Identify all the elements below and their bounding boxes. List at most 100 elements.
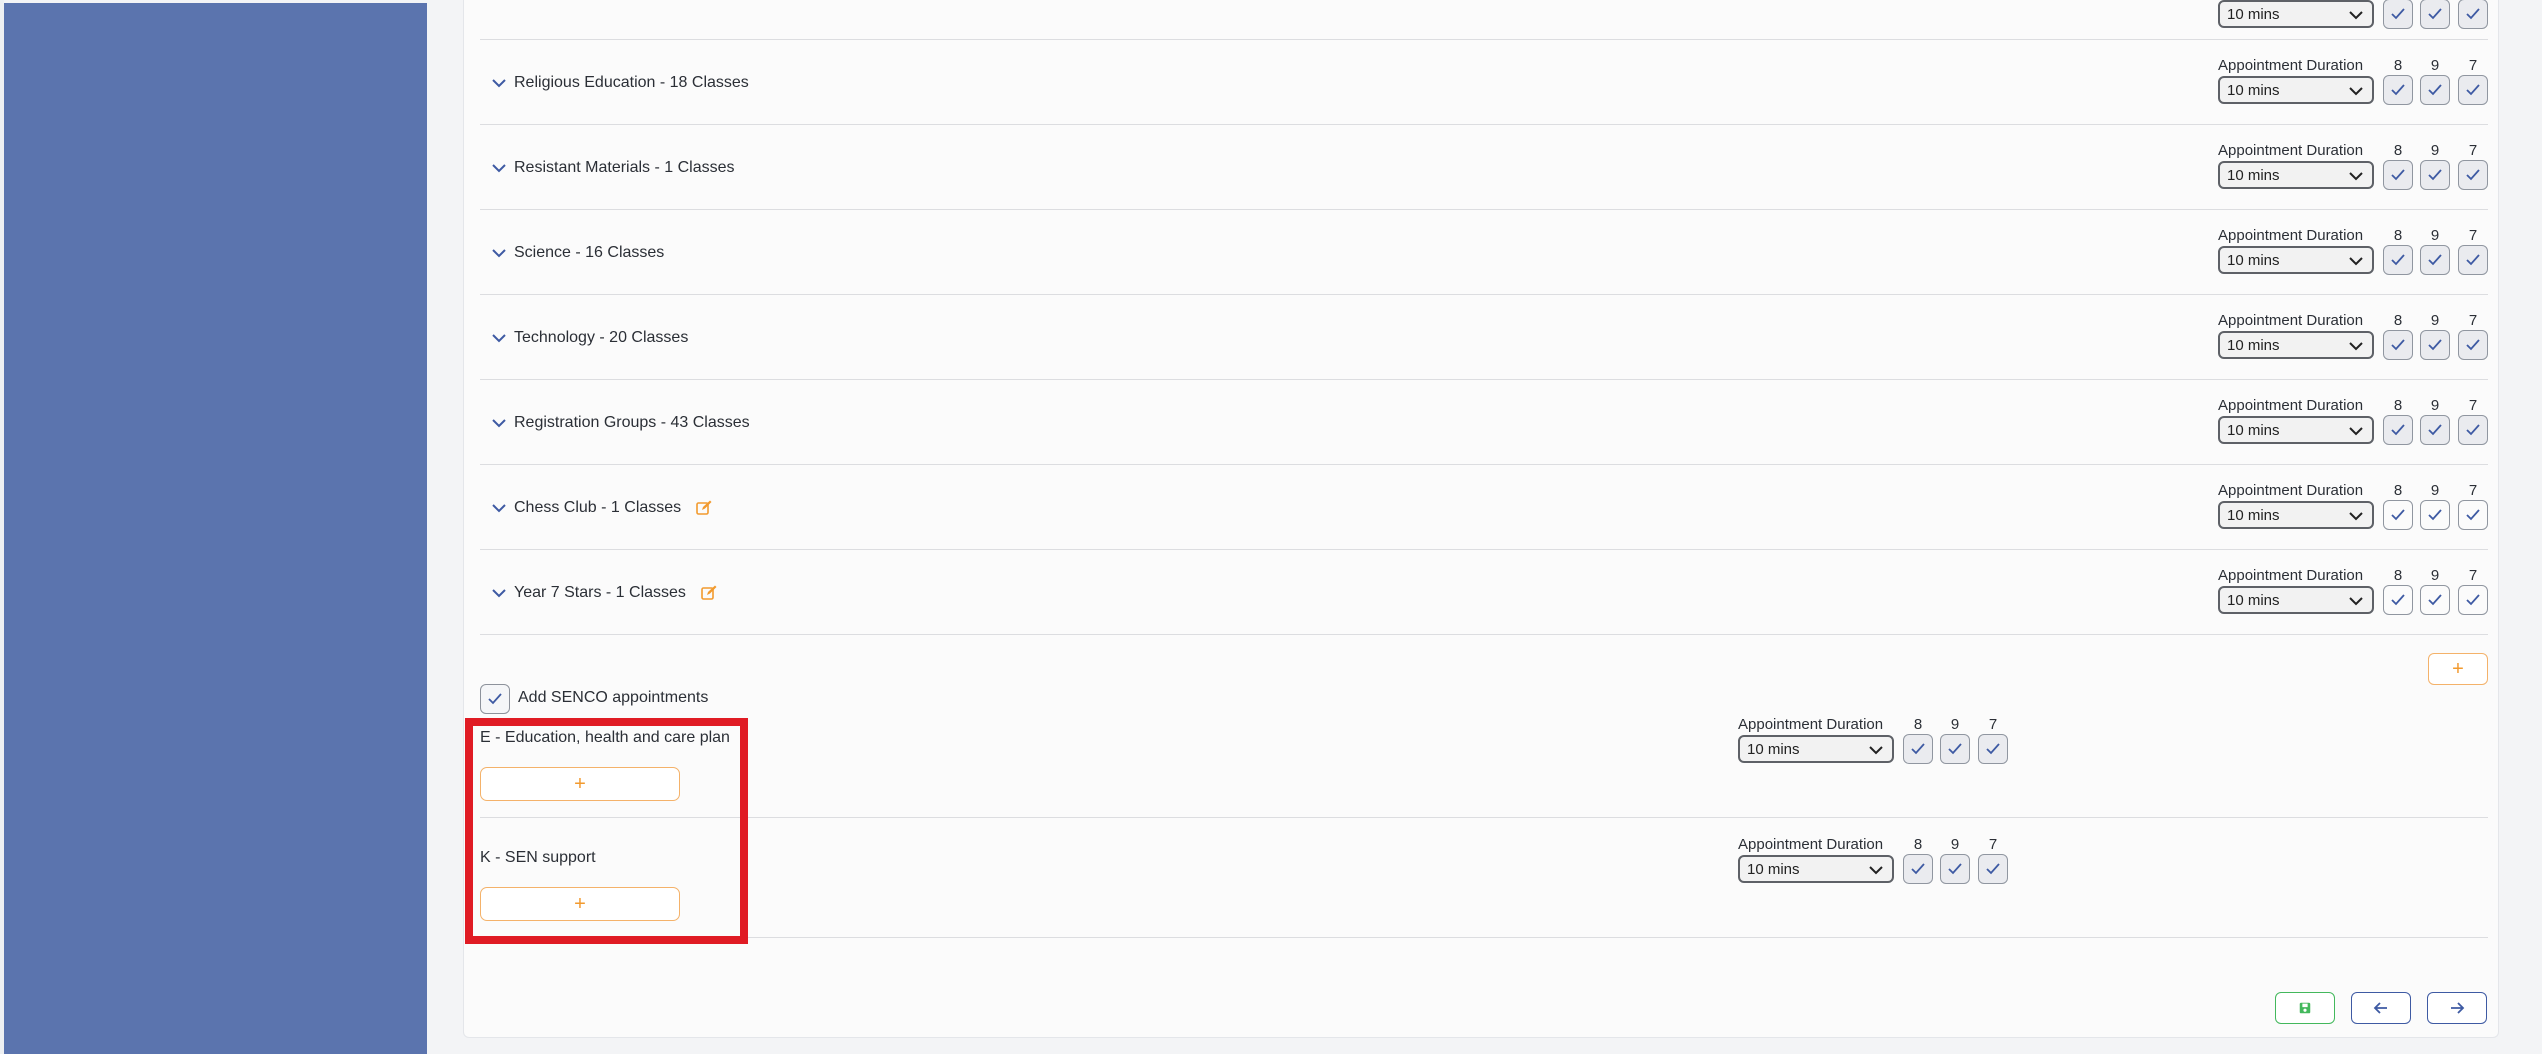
year-9-checkbox[interactable] (2420, 585, 2450, 615)
edit-icon[interactable] (700, 584, 718, 602)
year-group-label: 7 (2468, 482, 2478, 499)
year-group-label: 7 (2468, 312, 2478, 329)
subject-label: Resistant Materials - 1 Classes (514, 159, 735, 176)
year-9-checkbox[interactable] (1940, 854, 1970, 884)
arrow-right-icon (2451, 1002, 2465, 1014)
check-icon (2391, 339, 2405, 351)
year-7-checkbox[interactable] (1978, 734, 2008, 764)
duration-label: Appointment Duration (2218, 142, 2364, 159)
year-9-checkbox[interactable] (2420, 415, 2450, 445)
year-8-checkbox[interactable] (2383, 160, 2413, 190)
duration-select[interactable]: 10 mins (2218, 246, 2374, 274)
duration-select[interactable]: 10 mins (2218, 331, 2374, 359)
subject-title[interactable]: Year 7 Stars - 1 Classes (514, 582, 718, 604)
year-7-checkbox[interactable] (2458, 415, 2488, 445)
expand-toggle[interactable] (488, 412, 510, 434)
year-8-checkbox[interactable] (2383, 0, 2413, 29)
add-group-button[interactable]: + (2428, 653, 2488, 685)
senco-checkbox[interactable] (480, 684, 510, 714)
expand-toggle[interactable] (488, 157, 510, 179)
year-group-label: 9 (2430, 397, 2440, 414)
check-icon (2428, 254, 2442, 266)
plus-icon: + (574, 772, 586, 795)
year-7-checkbox[interactable] (2458, 585, 2488, 615)
year-7-checkbox[interactable] (2458, 330, 2488, 360)
chevron-down-icon (492, 419, 506, 428)
check-icon (1948, 743, 1962, 755)
senco-controls: Appointment Duration 8 9 7 10 mins (1738, 716, 2008, 776)
year-group-label: 7 (1988, 836, 1998, 853)
duration-label: Appointment Duration (2218, 482, 2364, 499)
duration-value: 10 mins (2227, 336, 2280, 354)
expand-toggle[interactable] (488, 72, 510, 94)
expand-toggle[interactable] (488, 242, 510, 264)
year-9-checkbox[interactable] (2420, 0, 2450, 29)
senco-add-button[interactable]: + (480, 767, 680, 801)
year-7-checkbox[interactable] (2458, 75, 2488, 105)
year-8-checkbox[interactable] (2383, 500, 2413, 530)
year-9-checkbox[interactable] (2420, 245, 2450, 275)
year-8-checkbox[interactable] (2383, 330, 2413, 360)
expand-toggle[interactable] (488, 582, 510, 604)
plus-icon: + (2452, 657, 2464, 680)
row-controls: 10 mins (2218, 0, 2488, 41)
back-button[interactable] (2351, 992, 2411, 1024)
year-7-checkbox[interactable] (2458, 500, 2488, 530)
subject-title[interactable]: Religious Education - 18 Classes (514, 72, 749, 94)
subject-title[interactable]: Science - 16 Classes (514, 242, 664, 264)
subject-title[interactable]: Technology - 20 Classes (514, 327, 688, 349)
next-button[interactable] (2427, 992, 2487, 1024)
year-8-checkbox[interactable] (2383, 585, 2413, 615)
save-button[interactable] (2275, 992, 2335, 1024)
year-group-label: 9 (2430, 227, 2440, 244)
year-9-checkbox[interactable] (2420, 330, 2450, 360)
check-icon (2391, 254, 2405, 266)
senco-group-title: E - Education, health and care plan (480, 729, 730, 746)
year-group-label: 8 (1913, 716, 1923, 733)
duration-select[interactable]: 10 mins (1738, 855, 1894, 883)
check-icon (2466, 509, 2480, 521)
year-9-checkbox[interactable] (2420, 500, 2450, 530)
year-7-checkbox[interactable] (1978, 854, 2008, 884)
duration-select[interactable]: 10 mins (2218, 76, 2374, 104)
year-7-checkbox[interactable] (2458, 160, 2488, 190)
sidebar (4, 3, 427, 1054)
duration-select[interactable]: 10 mins (2218, 0, 2374, 28)
row-controls: Appointment Duration 8 9 7 10 mins (2218, 227, 2488, 287)
year-8-checkbox[interactable] (1903, 854, 1933, 884)
expand-toggle[interactable] (488, 327, 510, 349)
duration-select[interactable]: 10 mins (2218, 501, 2374, 529)
duration-label: Appointment Duration (1738, 716, 1884, 733)
duration-label: Appointment Duration (2218, 397, 2364, 414)
duration-select[interactable]: 10 mins (2218, 161, 2374, 189)
duration-value: 10 mins (2227, 251, 2280, 269)
expand-toggle[interactable] (488, 497, 510, 519)
year-8-checkbox[interactable] (2383, 75, 2413, 105)
duration-select[interactable]: 10 mins (2218, 586, 2374, 614)
duration-value: 10 mins (2227, 5, 2280, 23)
year-9-checkbox[interactable] (2420, 75, 2450, 105)
year-9-checkbox[interactable] (2420, 160, 2450, 190)
year-8-checkbox[interactable] (2383, 415, 2413, 445)
check-icon (2466, 84, 2480, 96)
chevron-down-icon (2349, 512, 2363, 521)
duration-select[interactable]: 10 mins (1738, 735, 1894, 763)
subject-title[interactable]: Resistant Materials - 1 Classes (514, 157, 735, 179)
subject-label: Religious Education - 18 Classes (514, 74, 749, 91)
chevron-down-icon (2349, 597, 2363, 606)
chevron-down-icon (1869, 866, 1883, 875)
subject-title[interactable]: Registration Groups - 43 Classes (514, 412, 750, 434)
subject-title[interactable]: Chess Club - 1 Classes (514, 497, 713, 519)
duration-value: 10 mins (2227, 421, 2280, 439)
year-8-checkbox[interactable] (2383, 245, 2413, 275)
year-7-checkbox[interactable] (2458, 245, 2488, 275)
plus-icon: + (574, 892, 586, 915)
duration-select[interactable]: 10 mins (2218, 416, 2374, 444)
year-7-checkbox[interactable] (2458, 0, 2488, 29)
year-9-checkbox[interactable] (1940, 734, 1970, 764)
year-8-checkbox[interactable] (1903, 734, 1933, 764)
year-group-label: 9 (2430, 312, 2440, 329)
year-group-label: 8 (2393, 397, 2403, 414)
edit-icon[interactable] (695, 499, 713, 517)
senco-add-button[interactable]: + (480, 887, 680, 921)
